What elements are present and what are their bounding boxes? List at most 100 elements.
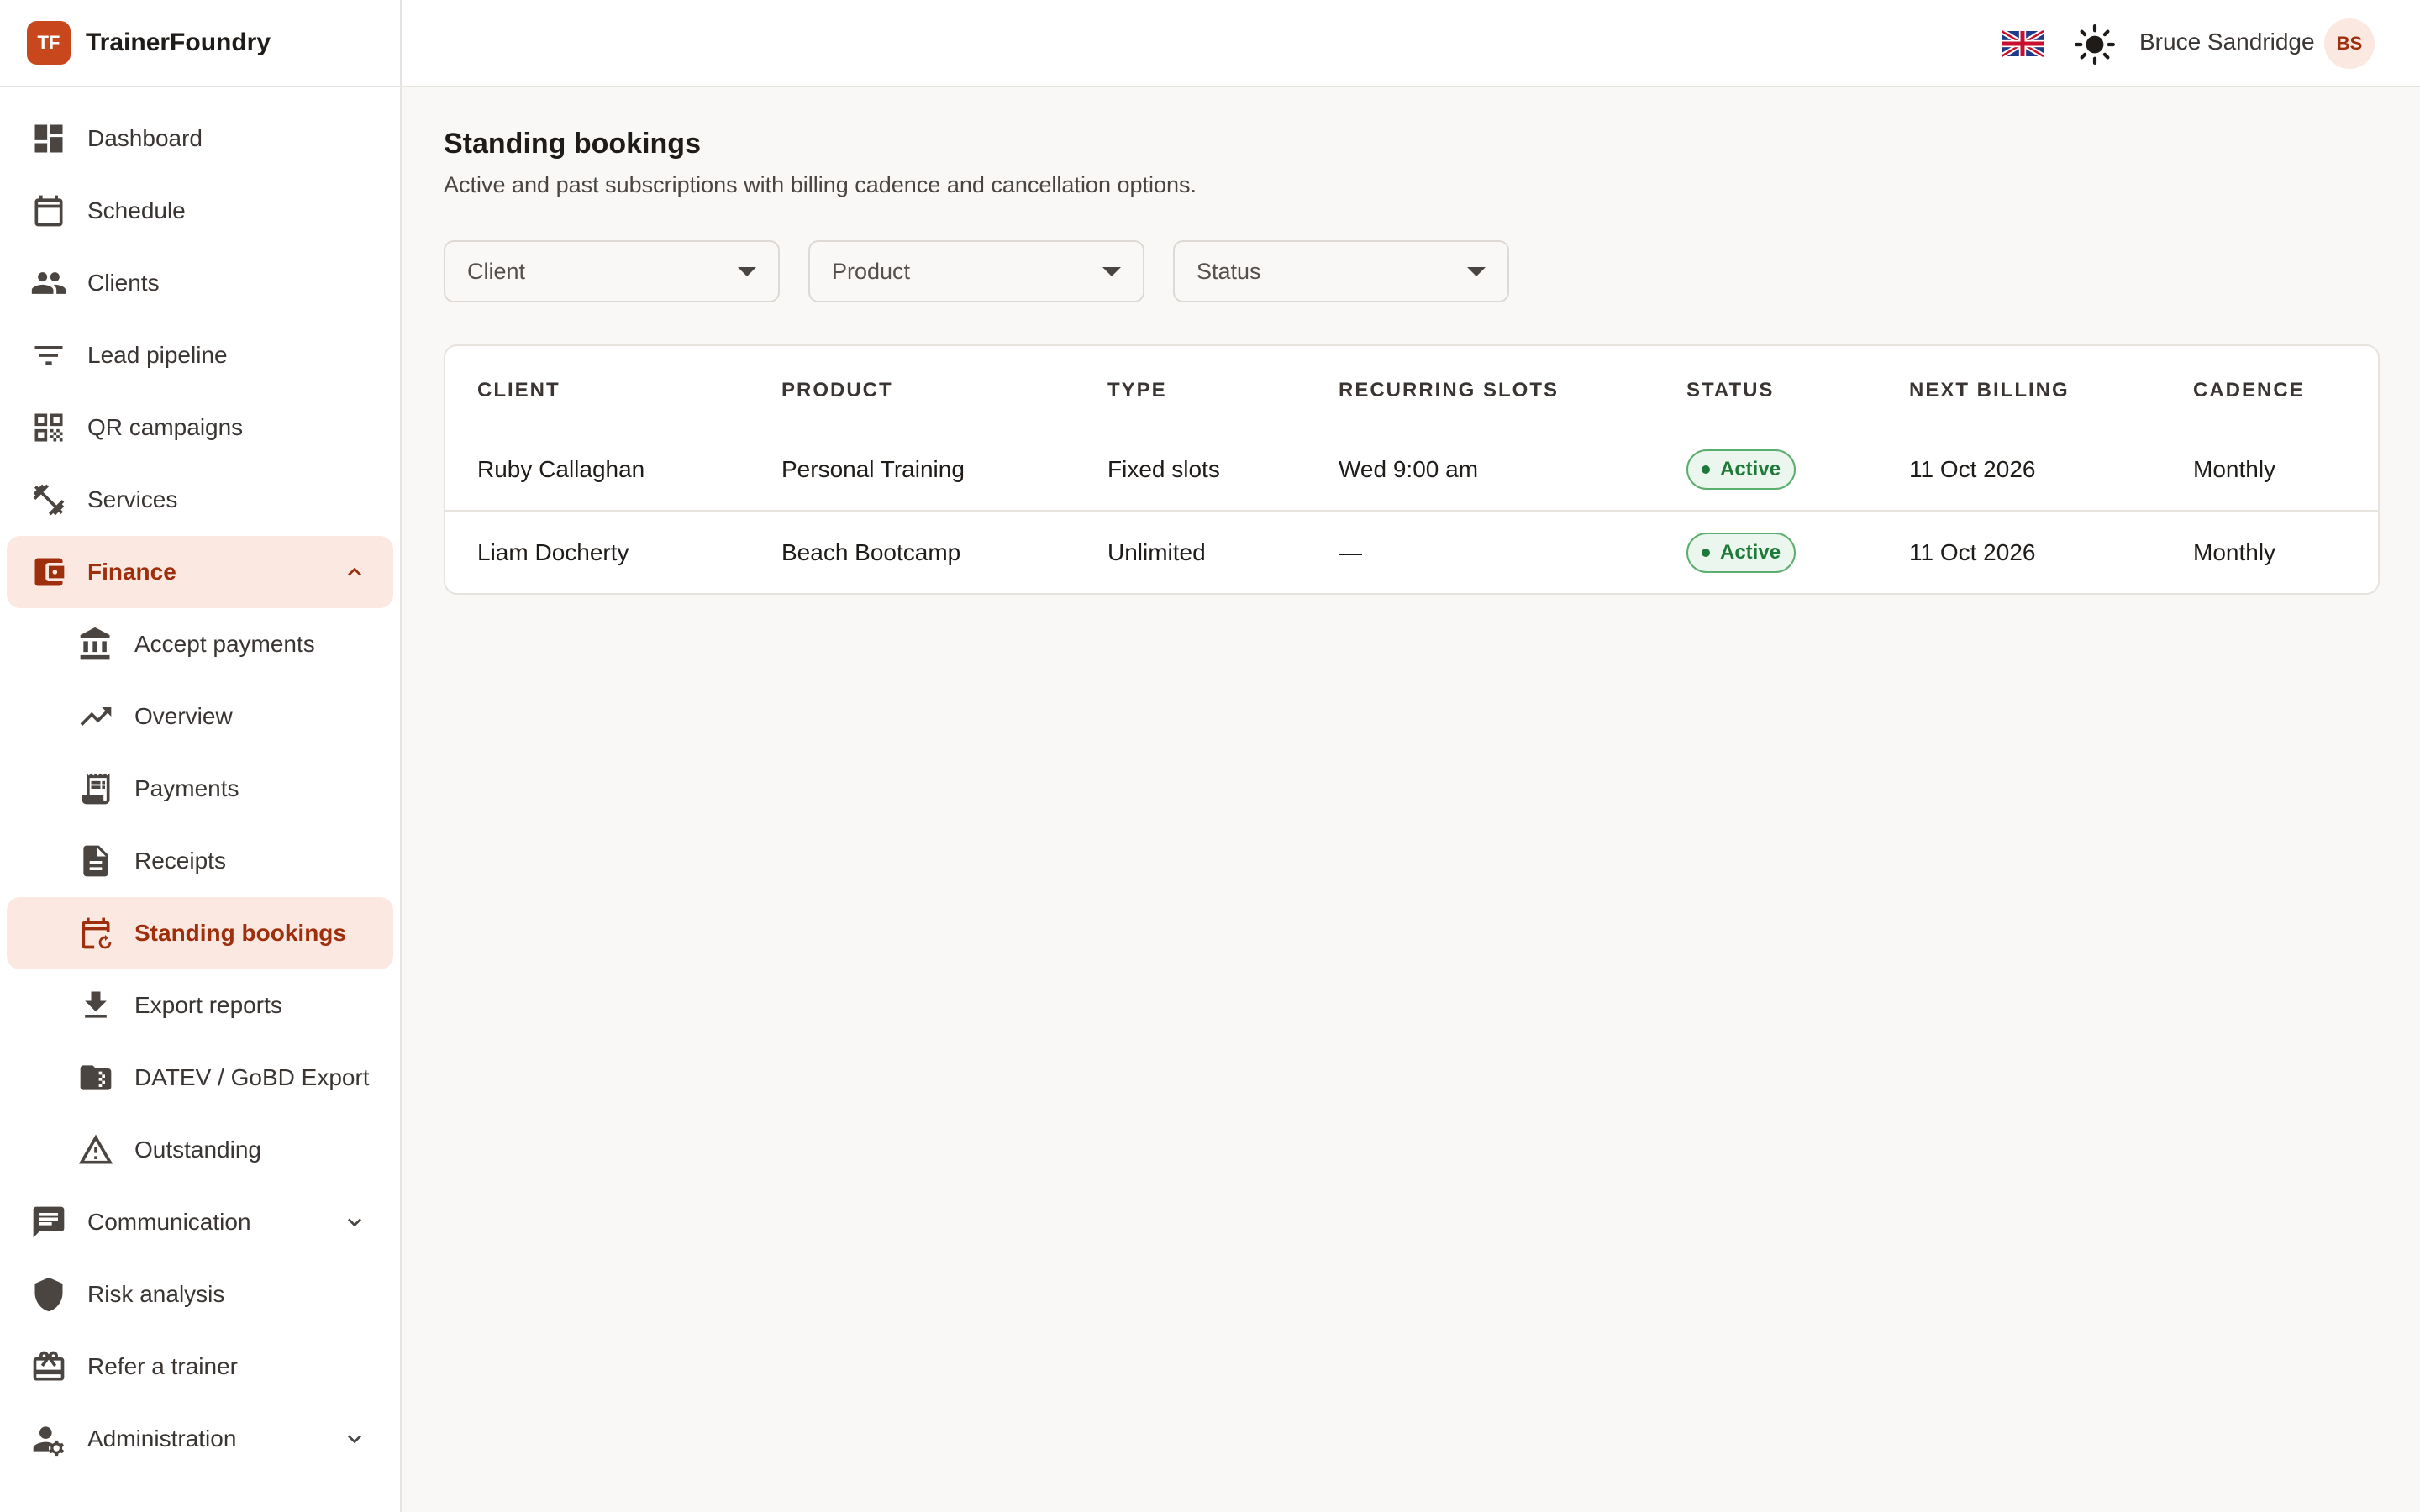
table-row[interactable]: Ruby Callaghan Personal Training Fixed s… [445,428,2378,511]
column-header-cadence[interactable]: CADENCE [2161,346,2378,428]
calendar-icon [29,191,69,231]
chevron-down-icon[interactable] [341,1425,368,1452]
sidebar-item-datev-export[interactable]: DATEV / GoBD Export [7,1042,393,1114]
avatar[interactable]: BS [2324,18,2375,69]
cell-status: Active [1655,510,1877,593]
main-content: Standing bookings Active and past subscr… [444,87,2380,595]
dashboard-icon [29,118,69,159]
sidebar-item-label: DATEV / GoBD Export [134,1064,370,1090]
cell-type: Unlimited [1076,510,1307,593]
download-icon [76,985,116,1026]
brand-logo: TF [27,21,71,65]
sidebar-item-receipts[interactable]: Receipts [7,825,393,897]
sidebar-item-label: Lead pipeline [87,342,228,368]
product-filter-label: Product [832,258,911,284]
sidebar-item-payments[interactable]: Payments [7,753,393,825]
document-icon [76,841,116,881]
chevron-up-icon[interactable] [341,559,368,585]
status-badge: Active [1686,532,1797,573]
table-row[interactable]: Liam Docherty Beach Bootcamp Unlimited —… [445,510,2378,593]
column-header-type[interactable]: TYPE [1076,346,1307,428]
sidebar-item-standing-bookings[interactable]: Standing bookings [7,897,393,969]
filter-bar: Client Product Status [444,240,2380,302]
sidebar: TF TrainerFoundry Dashboard Schedule Cli… [0,0,402,1512]
sidebar-item-finance[interactable]: Finance [7,536,393,608]
status-filter-select[interactable]: Status [1173,240,1509,302]
calendar-repeat-icon [76,913,116,953]
sidebar-item-export-reports[interactable]: Export reports [7,969,393,1042]
folder-icon [76,1058,116,1098]
wallet-icon [29,552,69,592]
cell-recurring-slots: Wed 9:00 am [1339,455,1479,482]
warning-icon [76,1130,116,1170]
caret-down-icon [1102,267,1121,276]
client-filter-label: Client [467,258,526,284]
user-name[interactable]: Bruce Sandridge [2139,29,2315,55]
sidebar-item-schedule[interactable]: Schedule [7,175,393,247]
status-dot-icon [1702,465,1710,474]
sidebar-item-label: Refer a trainer [87,1353,238,1379]
sidebar-item-label: Outstanding [134,1137,261,1163]
status-badge-label: Active [1720,540,1781,564]
sun-icon[interactable] [2074,24,2116,66]
sidebar-item-label: Dashboard [87,125,203,151]
cell-product: Beach Bootcamp [750,510,1076,593]
caret-down-icon [738,267,756,276]
cell-client: Ruby Callaghan [477,455,645,482]
column-header-client[interactable]: CLIENT [445,346,750,428]
sidebar-item-label: Payments [134,775,239,801]
sidebar-item-label: Accept payments [134,631,315,657]
admin-settings-icon [29,1419,69,1459]
uk-flag-icon[interactable] [2002,30,2044,57]
product-filter-select[interactable]: Product [808,240,1144,302]
column-header-status[interactable]: STATUS [1655,346,1877,428]
sidebar-item-administration[interactable]: Administration [7,1403,393,1475]
brand[interactable]: TF TrainerFoundry [0,0,400,87]
sidebar-item-services[interactable]: Services [7,464,393,536]
caret-down-icon [1467,267,1486,276]
shield-icon [29,1274,69,1315]
page-title: Standing bookings [444,128,701,160]
sidebar-item-label: Receipts [134,848,226,874]
sidebar-item-qr-campaigns[interactable]: QR campaigns [7,391,393,464]
bank-icon [76,624,116,664]
page-subtitle: Active and past subscriptions with billi… [444,172,1197,197]
sidebar-item-communication[interactable]: Communication [7,1186,393,1258]
standing-bookings-table: CLIENT PRODUCT TYPE RECURRING SLOTS STAT… [444,344,2380,595]
cell-cadence: Monthly [2161,510,2378,593]
client-filter-select[interactable]: Client [444,240,780,302]
qr-code-icon [29,407,69,448]
sidebar-item-label: Overview [134,703,233,729]
brand-name: TrainerFoundry [86,29,271,56]
sidebar-item-lead-pipeline[interactable]: Lead pipeline [7,319,393,391]
sidebar-item-refer-a-trainer[interactable]: Refer a trainer [7,1331,393,1403]
cell-next-billing: 11 Oct 2026 [1877,510,2161,593]
chevron-down-icon[interactable] [341,1209,368,1236]
sidebar-item-label: QR campaigns [87,414,244,440]
sidebar-item-label: Administration [87,1425,237,1452]
sidebar-item-label: Finance [87,559,176,585]
sidebar-item-risk-analysis[interactable]: Risk analysis [7,1258,393,1331]
sidebar-item-overview[interactable]: Overview [7,680,393,753]
gift-icon [29,1347,69,1387]
sidebar-item-dashboard[interactable]: Dashboard [7,102,393,175]
sidebar-nav: Dashboard Schedule Clients Lead pipeline… [0,87,400,1475]
filter-icon [29,335,69,375]
column-header-recurring-slots[interactable]: RECURRING SLOTS [1307,346,1655,428]
sidebar-item-outstanding[interactable]: Outstanding [7,1114,393,1186]
column-header-product[interactable]: PRODUCT [750,346,1076,428]
status-badge: Active [1686,449,1797,490]
sidebar-item-label: Risk analysis [87,1281,225,1307]
sidebar-item-label: Export reports [134,992,282,1018]
dumbbell-icon [29,480,69,520]
column-header-next-billing[interactable]: NEXT BILLING [1877,346,2161,428]
sidebar-item-label: Standing bookings [134,920,346,946]
table-header-row: CLIENT PRODUCT TYPE RECURRING SLOTS STAT… [445,346,2378,428]
status-badge-label: Active [1720,457,1781,480]
trending-up-icon [76,696,116,737]
sidebar-item-clients[interactable]: Clients [7,247,393,319]
chat-icon [29,1202,69,1242]
sidebar-item-accept-payments[interactable]: Accept payments [7,608,393,680]
sidebar-item-label: Schedule [87,197,186,223]
cell-recurring-slots: — [1307,510,1655,593]
